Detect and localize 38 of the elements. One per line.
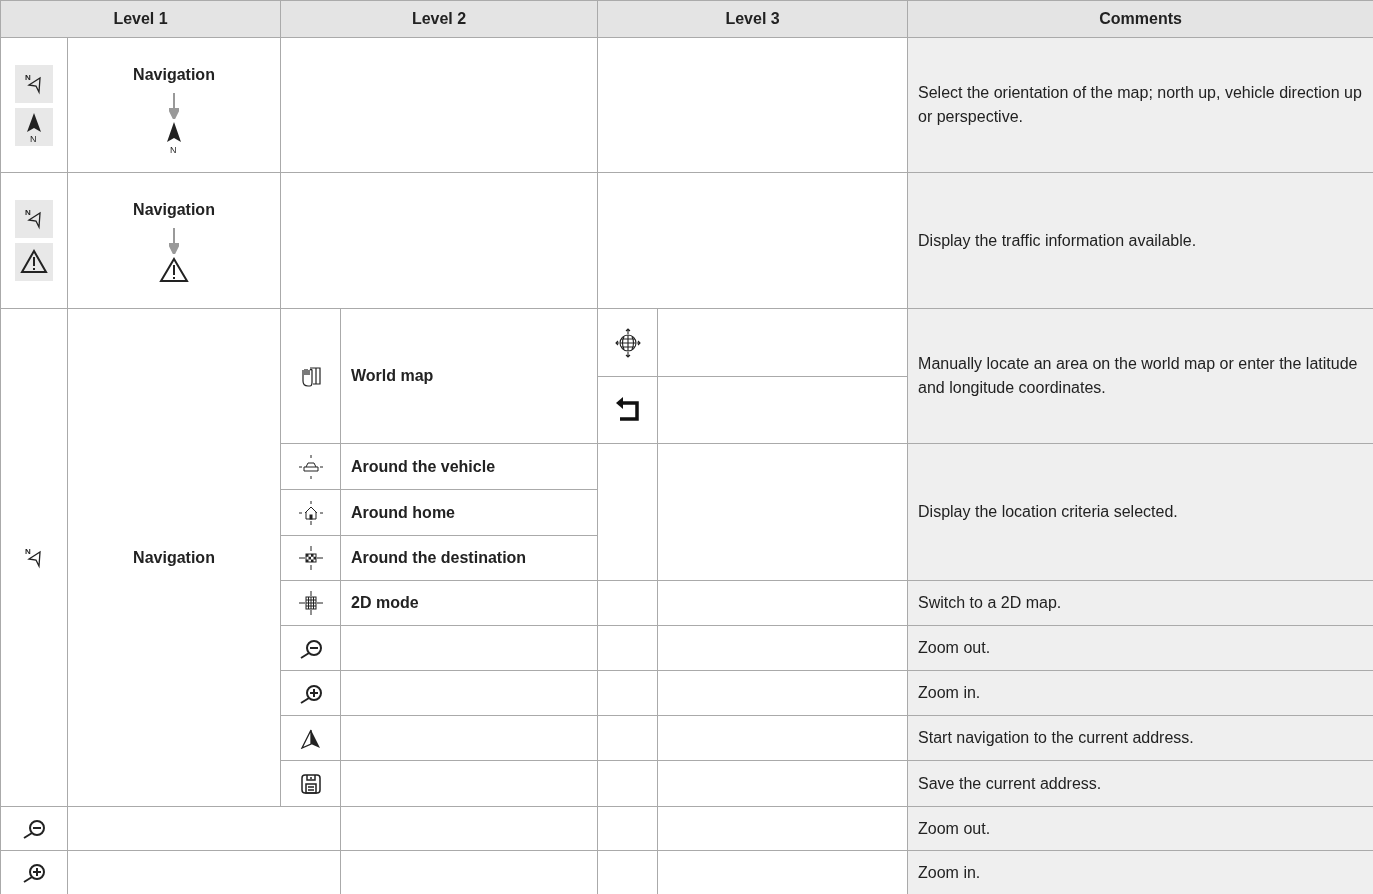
home-target-icon: [298, 500, 323, 525]
level-label: Around home: [351, 503, 455, 521]
column-header: Comments: [907, 0, 1373, 38]
comment-text: Switch to a 2D map.: [918, 594, 1062, 611]
level-label: Navigation: [133, 65, 215, 85]
comment-text: Start navigation to the current address.: [918, 729, 1194, 746]
comment-text: Zoom in.: [918, 684, 981, 701]
comment-text: Zoom in.: [918, 863, 981, 881]
down-arrow-icon: [169, 93, 179, 119]
warning-icon: [15, 243, 53, 281]
column-header: Level 2: [280, 0, 598, 38]
level-label: World map: [351, 367, 434, 384]
vehicle-target-icon: [298, 454, 323, 479]
navigation-arrow-icon: [299, 728, 322, 749]
level-label: Navigation: [133, 548, 215, 566]
level-label: Around the destination: [351, 549, 527, 566]
comment-text: Display the traffic information available.: [918, 231, 1197, 249]
level-label: 2D mode: [351, 594, 419, 611]
comment-text: Save the current address.: [918, 774, 1102, 792]
warning-icon: [159, 257, 189, 283]
grid-target-icon: [298, 591, 323, 616]
zoom-out-icon: [21, 819, 47, 840]
comment-text: Select the orientation of the map; north up, vehicle direction up or perspective.: [918, 84, 1362, 125]
globe-arrows-icon: [614, 327, 641, 358]
navigation-icon: N: [15, 200, 53, 238]
save-icon: [300, 774, 321, 795]
down-arrow-icon: [169, 228, 179, 254]
comment-text: Zoom out.: [918, 639, 991, 656]
navigation-icon: N: [15, 64, 53, 103]
level-label: Around the vehicle: [351, 457, 496, 475]
comment-text: Manually locate an area on the world map or enter the latitude and longitude coordinates.: [918, 355, 1358, 396]
column-header: Level 1: [0, 0, 281, 38]
comment-text: Zoom out.: [918, 819, 991, 837]
level-label: Navigation: [133, 200, 215, 220]
column-header: Level 3: [597, 0, 908, 38]
checkered-flag-target-icon: [298, 546, 323, 571]
comment-text: Display the location criteria selected.: [918, 503, 1178, 520]
zoom-in-icon: [21, 863, 47, 884]
